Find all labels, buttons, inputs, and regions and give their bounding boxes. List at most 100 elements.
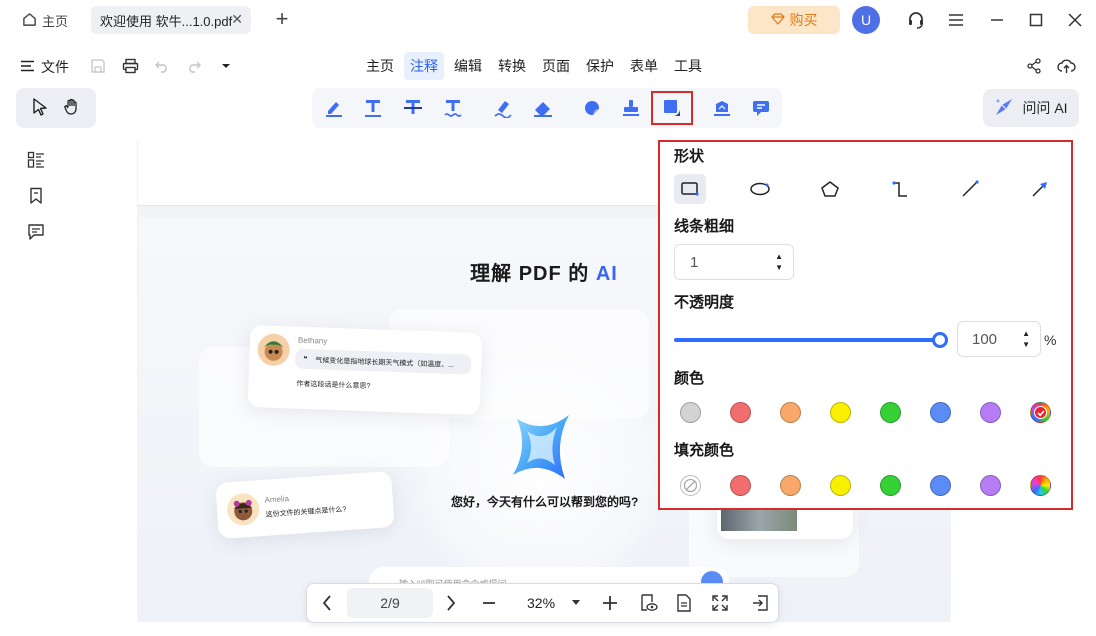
- menu-item-tools[interactable]: 工具: [668, 52, 708, 80]
- print-icon[interactable]: [120, 56, 140, 76]
- ask-ai-button[interactable]: 问问 AI: [983, 89, 1079, 127]
- color-swatch[interactable]: [730, 402, 751, 423]
- color-swatch[interactable]: [680, 402, 701, 423]
- color-swatch[interactable]: [930, 402, 951, 423]
- view-mode-icon[interactable]: [637, 592, 661, 614]
- polyline-shape-icon[interactable]: [884, 174, 916, 204]
- ellipse-shape-icon[interactable]: [744, 174, 776, 204]
- color-label: 颜色: [674, 370, 705, 387]
- document-tab[interactable]: 欢迎使用 软牛...1.0.pdf ✕: [91, 6, 251, 34]
- exit-fullscreen-icon[interactable]: [749, 592, 771, 614]
- minimize-icon[interactable]: [985, 8, 1009, 32]
- file-menu[interactable]: 文件: [20, 57, 69, 77]
- fill-color-swatch[interactable]: [780, 475, 801, 496]
- custom-color-swatch[interactable]: [1030, 475, 1051, 496]
- pdf-page-1: [138, 140, 658, 206]
- zoom-level[interactable]: 32%: [527, 595, 555, 611]
- card-user-name: Amelia: [264, 494, 290, 505]
- headset-icon[interactable]: [904, 8, 928, 32]
- undo-icon[interactable]: [152, 56, 172, 76]
- color-swatch[interactable]: [830, 402, 851, 423]
- home-tab[interactable]: 主页: [16, 8, 80, 33]
- page-navigation-bar: 2/9 32%: [306, 583, 779, 623]
- fill-color-swatch[interactable]: [830, 475, 851, 496]
- cloud-upload-icon[interactable]: [1056, 56, 1076, 76]
- card-question: 作者这段话是什么意思?: [296, 380, 371, 391]
- home-icon: [22, 12, 37, 30]
- document-tab-label: 欢迎使用 软牛...1.0.pdf: [100, 13, 233, 29]
- color-swatch[interactable]: [780, 402, 801, 423]
- color-swatch[interactable]: [880, 402, 901, 423]
- menu-item-form[interactable]: 表单: [624, 52, 664, 80]
- stepper-arrows-icon[interactable]: ▲ ▼: [775, 251, 783, 273]
- menu-item-edit[interactable]: 编辑: [448, 52, 488, 80]
- line-shape-icon[interactable]: [954, 174, 986, 204]
- select-cursor-icon[interactable]: [32, 97, 48, 119]
- fill-color-swatch[interactable]: [730, 475, 751, 496]
- arrow-shape-icon[interactable]: [1024, 174, 1056, 204]
- zoom-out-icon[interactable]: [479, 592, 499, 614]
- zoom-in-icon[interactable]: [599, 592, 621, 614]
- stamp-tool-icon[interactable]: [618, 95, 644, 121]
- signature-tool-icon[interactable]: [709, 95, 735, 121]
- fill-color-swatch[interactable]: [880, 475, 901, 496]
- new-tab-button[interactable]: +: [271, 7, 293, 31]
- opacity-stepper[interactable]: 100 ▲ ▼: [957, 321, 1041, 357]
- sticker-tool-icon[interactable]: [579, 95, 605, 121]
- share-icon[interactable]: [1024, 56, 1044, 76]
- fill-color-label: 填充颜色: [674, 442, 735, 459]
- opacity-unit: %: [1044, 332, 1057, 348]
- buy-button[interactable]: 购买: [748, 6, 840, 34]
- thumbnail-images: [721, 509, 797, 531]
- underline-text-tool-icon[interactable]: [360, 95, 386, 121]
- line-width-stepper[interactable]: 1 ▲ ▼: [674, 244, 794, 280]
- comment-icon[interactable]: [22, 218, 50, 246]
- menu-icon[interactable]: [944, 8, 968, 32]
- file-menu-label: 文件: [41, 59, 69, 75]
- page-layout-icon[interactable]: [673, 592, 695, 614]
- selected-color-swatch[interactable]: [1030, 402, 1051, 423]
- line-width-label: 线条粗细: [674, 218, 735, 235]
- opacity-slider-thumb[interactable]: [932, 332, 948, 348]
- thumbnails-icon[interactable]: [22, 146, 50, 174]
- side-panel: [22, 146, 50, 254]
- maximize-icon[interactable]: [1024, 8, 1048, 32]
- bookmark-icon[interactable]: [22, 182, 50, 210]
- eraser-tool-icon[interactable]: [530, 95, 556, 121]
- redo-icon[interactable]: [184, 56, 204, 76]
- menu-item-home[interactable]: 主页: [360, 52, 400, 80]
- stepper-arrows-icon[interactable]: ▲ ▼: [1022, 328, 1030, 350]
- previous-page-icon[interactable]: [317, 592, 337, 614]
- color-swatch[interactable]: [980, 402, 1001, 423]
- chat-card-bethany: Bethany ❝ 气候变化是指地球长期天气模式（如温度、... 作者这段话是什…: [247, 324, 483, 416]
- more-dropdown-icon[interactable]: [216, 56, 236, 76]
- strikethrough-text-tool-icon[interactable]: [400, 95, 426, 121]
- hamburger-icon: [20, 59, 35, 75]
- fit-to-screen-icon[interactable]: [709, 592, 731, 614]
- text-box-tool-icon[interactable]: [748, 95, 774, 121]
- marker-tool-icon[interactable]: [490, 95, 516, 121]
- no-fill-swatch[interactable]: [680, 475, 701, 496]
- shape-properties-panel: 形状 线条粗细 1 ▲ ▼ 不透明度 100 ▲ ▼ % 颜色 填充颜色: [658, 140, 1073, 510]
- opacity-slider-track[interactable]: [674, 338, 942, 342]
- menu-item-protect[interactable]: 保护: [580, 52, 620, 80]
- menu-item-page[interactable]: 页面: [536, 52, 576, 80]
- main-menu: 主页 注释 编辑 转换 页面 保护 表单 工具: [360, 52, 708, 80]
- highlight-tool-icon[interactable]: [321, 95, 347, 121]
- next-page-icon[interactable]: [441, 592, 461, 614]
- fill-color-swatch[interactable]: [930, 475, 951, 496]
- opacity-value: 100: [972, 331, 998, 348]
- menu-item-convert[interactable]: 转换: [492, 52, 532, 80]
- zoom-dropdown-icon[interactable]: [569, 592, 583, 614]
- user-avatar[interactable]: U: [852, 6, 880, 34]
- polygon-shape-icon[interactable]: [814, 174, 846, 204]
- fill-color-swatch[interactable]: [980, 475, 1001, 496]
- close-tab-icon[interactable]: ✕: [231, 11, 243, 28]
- rectangle-shape-icon[interactable]: [674, 174, 706, 204]
- menu-item-annotate[interactable]: 注释: [404, 52, 444, 80]
- squiggly-text-tool-icon[interactable]: [440, 95, 466, 121]
- hand-icon[interactable]: [63, 98, 81, 119]
- save-icon[interactable]: [88, 56, 108, 76]
- page-number-input[interactable]: 2/9: [347, 588, 433, 618]
- close-window-icon[interactable]: [1063, 8, 1087, 32]
